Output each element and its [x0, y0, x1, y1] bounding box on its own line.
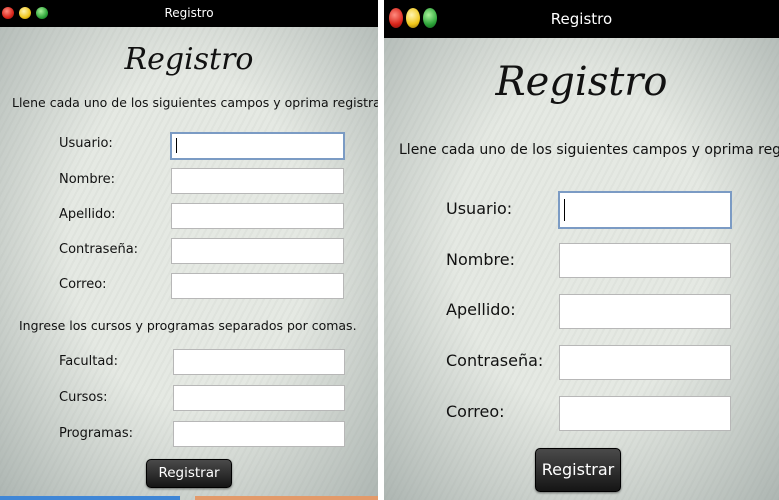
cursos-input[interactable]: [173, 385, 345, 411]
instruction-text: Llene cada uno de los siguientes campos …: [12, 95, 378, 110]
maximize-button-icon[interactable]: [423, 8, 437, 28]
nombre-label: Nombre:: [446, 250, 515, 269]
facultad-input[interactable]: [173, 349, 345, 375]
secondary-instruction-text: Ingrese los cursos y programas separados…: [19, 318, 357, 333]
apellido-input[interactable]: [559, 294, 731, 329]
correo-input[interactable]: [171, 273, 344, 299]
minimize-button-icon[interactable]: [406, 8, 420, 28]
apellido-input[interactable]: [171, 203, 344, 229]
registro-window-right: Registro Registro Llene cada uno de los …: [384, 0, 779, 500]
text-cursor: [564, 199, 565, 221]
bottom-strip-orange: [195, 496, 378, 500]
facultad-label: Facultad:: [59, 354, 118, 369]
apellido-label: Apellido:: [446, 300, 516, 319]
title-bar[interactable]: Registro: [384, 0, 779, 38]
bottom-strip-blue: [0, 496, 180, 500]
text-cursor: [176, 138, 177, 153]
close-button-icon[interactable]: [2, 7, 14, 19]
form-panel: Registro Llene cada uno de los siguiente…: [0, 27, 378, 500]
correo-input[interactable]: [559, 396, 731, 431]
close-button-icon[interactable]: [389, 8, 403, 28]
cursos-label: Cursos:: [59, 390, 108, 405]
nombre-label: Nombre:: [59, 172, 116, 187]
contrasena-label: Contraseña:: [446, 351, 544, 370]
usuario-label: Usuario:: [59, 136, 113, 151]
usuario-label: Usuario:: [446, 199, 513, 218]
programas-input[interactable]: [173, 421, 345, 447]
usuario-input[interactable]: [170, 132, 345, 160]
form-heading: Registro: [124, 42, 254, 77]
registrar-button[interactable]: Registrar: [146, 459, 232, 488]
nombre-input[interactable]: [171, 168, 344, 194]
instruction-text: Llene cada uno de los siguientes campos …: [399, 142, 779, 158]
contrasena-label: Contraseña:: [59, 242, 139, 257]
nombre-input[interactable]: [559, 243, 731, 278]
correo-label: Correo:: [59, 277, 107, 292]
contrasena-input[interactable]: [171, 238, 344, 264]
registro-window-left: Registro Registro Llene cada uno de los …: [0, 0, 378, 500]
title-bar[interactable]: Registro: [0, 0, 378, 27]
apellido-label: Apellido:: [59, 207, 116, 222]
window-title: Registro: [164, 6, 214, 20]
form-panel: Registro Llene cada uno de los siguiente…: [384, 38, 779, 500]
registrar-button[interactable]: Registrar: [535, 448, 621, 492]
correo-label: Correo:: [446, 402, 505, 421]
form-heading: Registro: [495, 59, 668, 105]
minimize-button-icon[interactable]: [19, 7, 31, 19]
programas-label: Programas:: [59, 426, 133, 441]
contrasena-input[interactable]: [559, 345, 731, 380]
usuario-input[interactable]: [558, 191, 732, 229]
window-title: Registro: [550, 10, 613, 28]
maximize-button-icon[interactable]: [36, 7, 48, 19]
